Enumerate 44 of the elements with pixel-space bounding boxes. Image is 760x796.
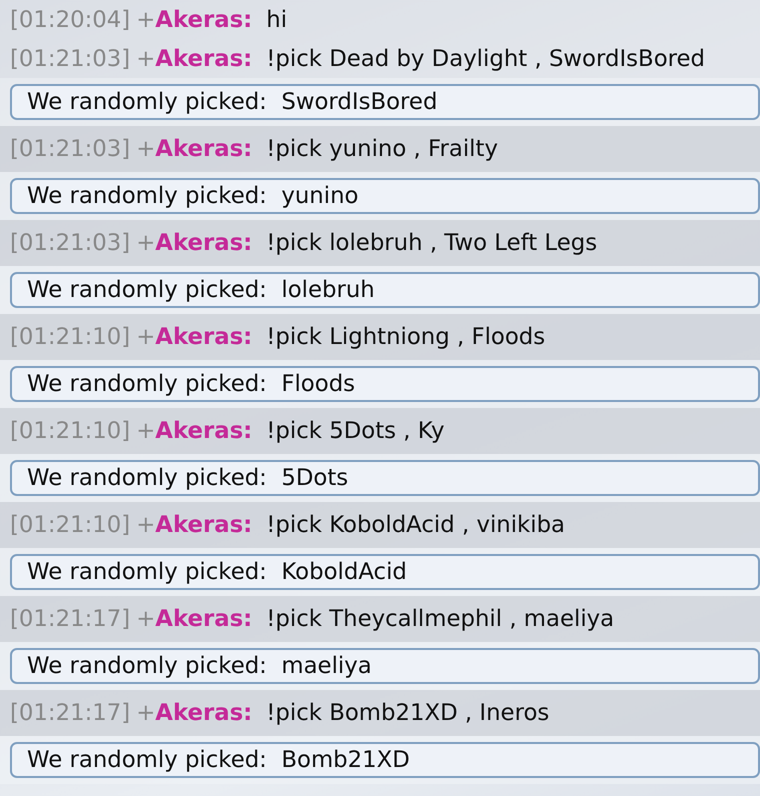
timestamp: [01:21:03]: [10, 136, 130, 162]
user-prefix: +: [136, 6, 156, 32]
user-prefix: +: [136, 512, 156, 538]
message-text: !pick Theycallmephil , maeliya: [266, 606, 614, 632]
message-text: !pick Dead by Daylight , SwordIsBored: [266, 46, 706, 72]
bot-message: We randomly picked: 5Dots: [10, 460, 760, 496]
bot-message: We randomly picked: Bomb21XD: [10, 742, 760, 778]
timestamp: [01:21:03]: [10, 46, 130, 72]
timestamp: [01:21:10]: [10, 512, 130, 538]
user-prefix: +: [136, 324, 156, 350]
user-prefix: +: [136, 700, 156, 726]
bot-message: We randomly picked: maeliya: [10, 648, 760, 684]
user-prefix: +: [136, 230, 156, 256]
username: Akeras:: [155, 324, 252, 350]
username: Akeras:: [155, 606, 252, 632]
message-text: hi: [266, 6, 288, 32]
bot-message: We randomly picked: lolebruh: [10, 272, 760, 308]
timestamp: [01:21:10]: [10, 418, 130, 444]
bot-message: We randomly picked: yunino: [10, 178, 760, 214]
user-prefix: +: [136, 606, 156, 632]
timestamp: [01:21:17]: [10, 700, 130, 726]
user-prefix: +: [136, 418, 156, 444]
message-text: !pick KoboldAcid , vinikiba: [266, 512, 566, 538]
username: Akeras:: [155, 230, 252, 256]
timestamp: [01:21:03]: [10, 230, 130, 256]
username: Akeras:: [155, 700, 252, 726]
user-prefix: +: [136, 46, 156, 72]
username: Akeras:: [155, 512, 252, 538]
bot-message: We randomly picked: KoboldAcid: [10, 554, 760, 590]
message-text: !pick lolebruh , Two Left Legs: [266, 230, 598, 256]
message-text: !pick Bomb21XD , Ineros: [266, 700, 550, 726]
username: Akeras:: [155, 418, 252, 444]
timestamp: [01:21:17]: [10, 606, 130, 632]
message-text: !pick yunino , Frailty: [266, 136, 498, 162]
timestamp: [01:21:10]: [10, 324, 130, 350]
username: Akeras:: [155, 6, 252, 32]
username: Akeras:: [155, 136, 252, 162]
bot-message: We randomly picked: Floods: [10, 366, 760, 402]
bot-message: We randomly picked: SwordIsBored: [10, 84, 760, 120]
user-prefix: +: [136, 136, 156, 162]
timestamp: [01:20:04]: [10, 6, 130, 32]
message-text: !pick Lightniong , Floods: [266, 324, 546, 350]
username: Akeras:: [155, 46, 252, 72]
message-text: !pick 5Dots , Ky: [266, 418, 445, 444]
